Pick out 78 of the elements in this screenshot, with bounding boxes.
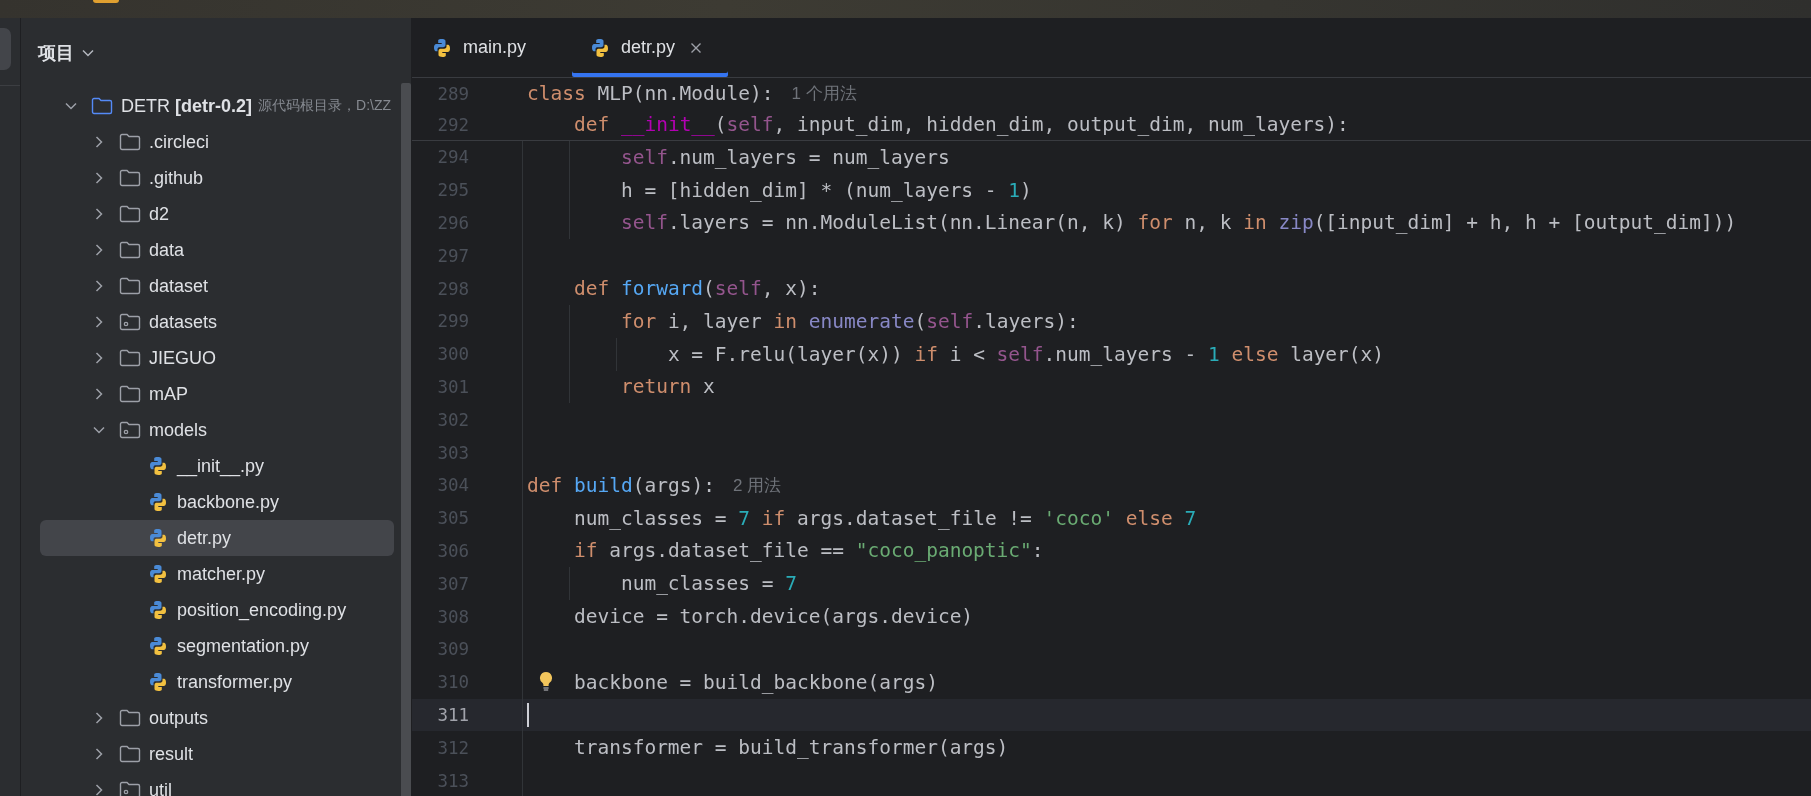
panel-title[interactable]: 项目 <box>38 41 74 65</box>
chevron-right-icon[interactable] <box>95 316 103 328</box>
python-file-icon <box>148 564 168 584</box>
code-line: def forward(self, x): <box>573 277 821 301</box>
chevron-down-icon[interactable] <box>93 426 105 434</box>
tree-item[interactable]: outputs <box>40 700 394 736</box>
folder-icon <box>119 745 141 763</box>
tree-item[interactable]: util <box>40 772 394 796</box>
code-line: backbone = build_backbone(args) <box>573 670 938 694</box>
tree-item[interactable]: DETR [detr-0.2] 源代码根目录，D:\ZZ <box>40 88 394 124</box>
code-line: device = torch.device(args.device) <box>573 605 974 629</box>
chevron-right-icon[interactable] <box>95 784 103 796</box>
chevron-right-icon[interactable] <box>95 172 103 184</box>
code-line: self.num_layers = num_layers <box>620 145 950 169</box>
python-file-icon <box>148 600 168 620</box>
chevron-right-icon[interactable] <box>95 280 103 292</box>
close-icon[interactable] <box>690 41 703 54</box>
folder-icon <box>119 349 141 367</box>
folder-icon <box>91 97 113 115</box>
folder-icon <box>119 241 141 259</box>
code-line: x = F.relu(layer(x)) if i < self.num_layers - 1 else layer(x) <box>667 342 1385 366</box>
tree-item[interactable]: detr.py <box>40 520 394 556</box>
tree-item[interactable]: mAP <box>40 376 394 412</box>
chevron-right-icon[interactable] <box>95 244 103 256</box>
python-file-icon <box>148 672 168 692</box>
tree-item[interactable]: __init__.py <box>40 448 394 484</box>
chevron-right-icon[interactable] <box>95 748 103 760</box>
chevron-right-icon[interactable] <box>95 388 103 400</box>
code-line: num_classes = 7 if args.dataset_file != 'coco' else 7 <box>573 506 1197 530</box>
tree-item[interactable]: datasets <box>40 304 394 340</box>
chevron-right-icon[interactable] <box>95 136 103 148</box>
chevron-right-icon[interactable] <box>95 352 103 364</box>
editor-tab[interactable]: detr.py <box>572 18 728 77</box>
python-file-icon <box>148 456 168 476</box>
code-line: def __init__(self, input_dim, hidden_dim, output_dim, num_layers): <box>573 113 1349 136</box>
code-line: if args.dataset_file == "coco_panoptic": <box>573 539 1044 563</box>
folder-icon <box>119 205 141 223</box>
chevron-down-icon[interactable] <box>65 102 77 110</box>
python-file-icon <box>432 37 452 58</box>
line-number: 311 <box>436 704 469 725</box>
code-line: class MLP(nn.Module): <box>527 82 774 105</box>
tree-item[interactable]: matcher.py <box>40 556 394 592</box>
code-line: for i, layer in enumerate(self.layers): <box>620 309 1079 333</box>
tree-item[interactable]: dataset <box>40 268 394 304</box>
text-caret <box>527 702 529 728</box>
chevron-right-icon[interactable] <box>95 712 103 724</box>
app-icon[interactable] <box>93 0 119 3</box>
tree-item[interactable]: JIEGUO <box>40 340 394 376</box>
tree-item[interactable]: models <box>40 412 394 448</box>
python-file-icon <box>148 492 168 512</box>
folder-icon <box>119 385 141 403</box>
folder-icon <box>119 709 141 727</box>
chevron-down-icon[interactable] <box>82 49 94 57</box>
tree-item[interactable]: position_encoding.py <box>40 592 394 628</box>
lightbulb-icon[interactable] <box>539 670 553 693</box>
code-line: self.layers = nn.ModuleList(nn.Linear(n, k) for n, k in zip([input_dim] + h, h + [output_dim])) <box>620 211 1737 235</box>
tree-item[interactable]: result <box>40 736 394 772</box>
tree-item[interactable]: backbone.py <box>40 484 394 520</box>
folder-icon <box>119 169 141 187</box>
folder-icon <box>119 277 141 295</box>
tree-item[interactable]: segmentation.py <box>40 628 394 664</box>
folder-icon <box>119 133 141 151</box>
python-file-icon <box>148 636 168 656</box>
code-line: transformer = build_transformer(args) <box>573 736 1009 760</box>
tree-item[interactable]: data <box>40 232 394 268</box>
python-file-icon <box>590 37 610 58</box>
tree-item[interactable]: .github <box>40 160 394 196</box>
chevron-right-icon[interactable] <box>95 208 103 220</box>
scrollbar-thumb[interactable] <box>401 83 411 796</box>
code-line: def build(args): <box>527 473 715 497</box>
tree-item[interactable]: d2 <box>40 196 394 232</box>
code-line: num_classes = 7 <box>620 572 798 596</box>
editor-tab[interactable]: main.py <box>414 18 570 77</box>
code-line: h = [hidden_dim] * (num_layers - 1) <box>620 178 1032 202</box>
python-file-icon <box>148 528 168 548</box>
tree-item[interactable]: transformer.py <box>40 664 394 700</box>
tree-item[interactable]: .circleci <box>40 124 394 160</box>
code-line: return x <box>620 375 715 399</box>
